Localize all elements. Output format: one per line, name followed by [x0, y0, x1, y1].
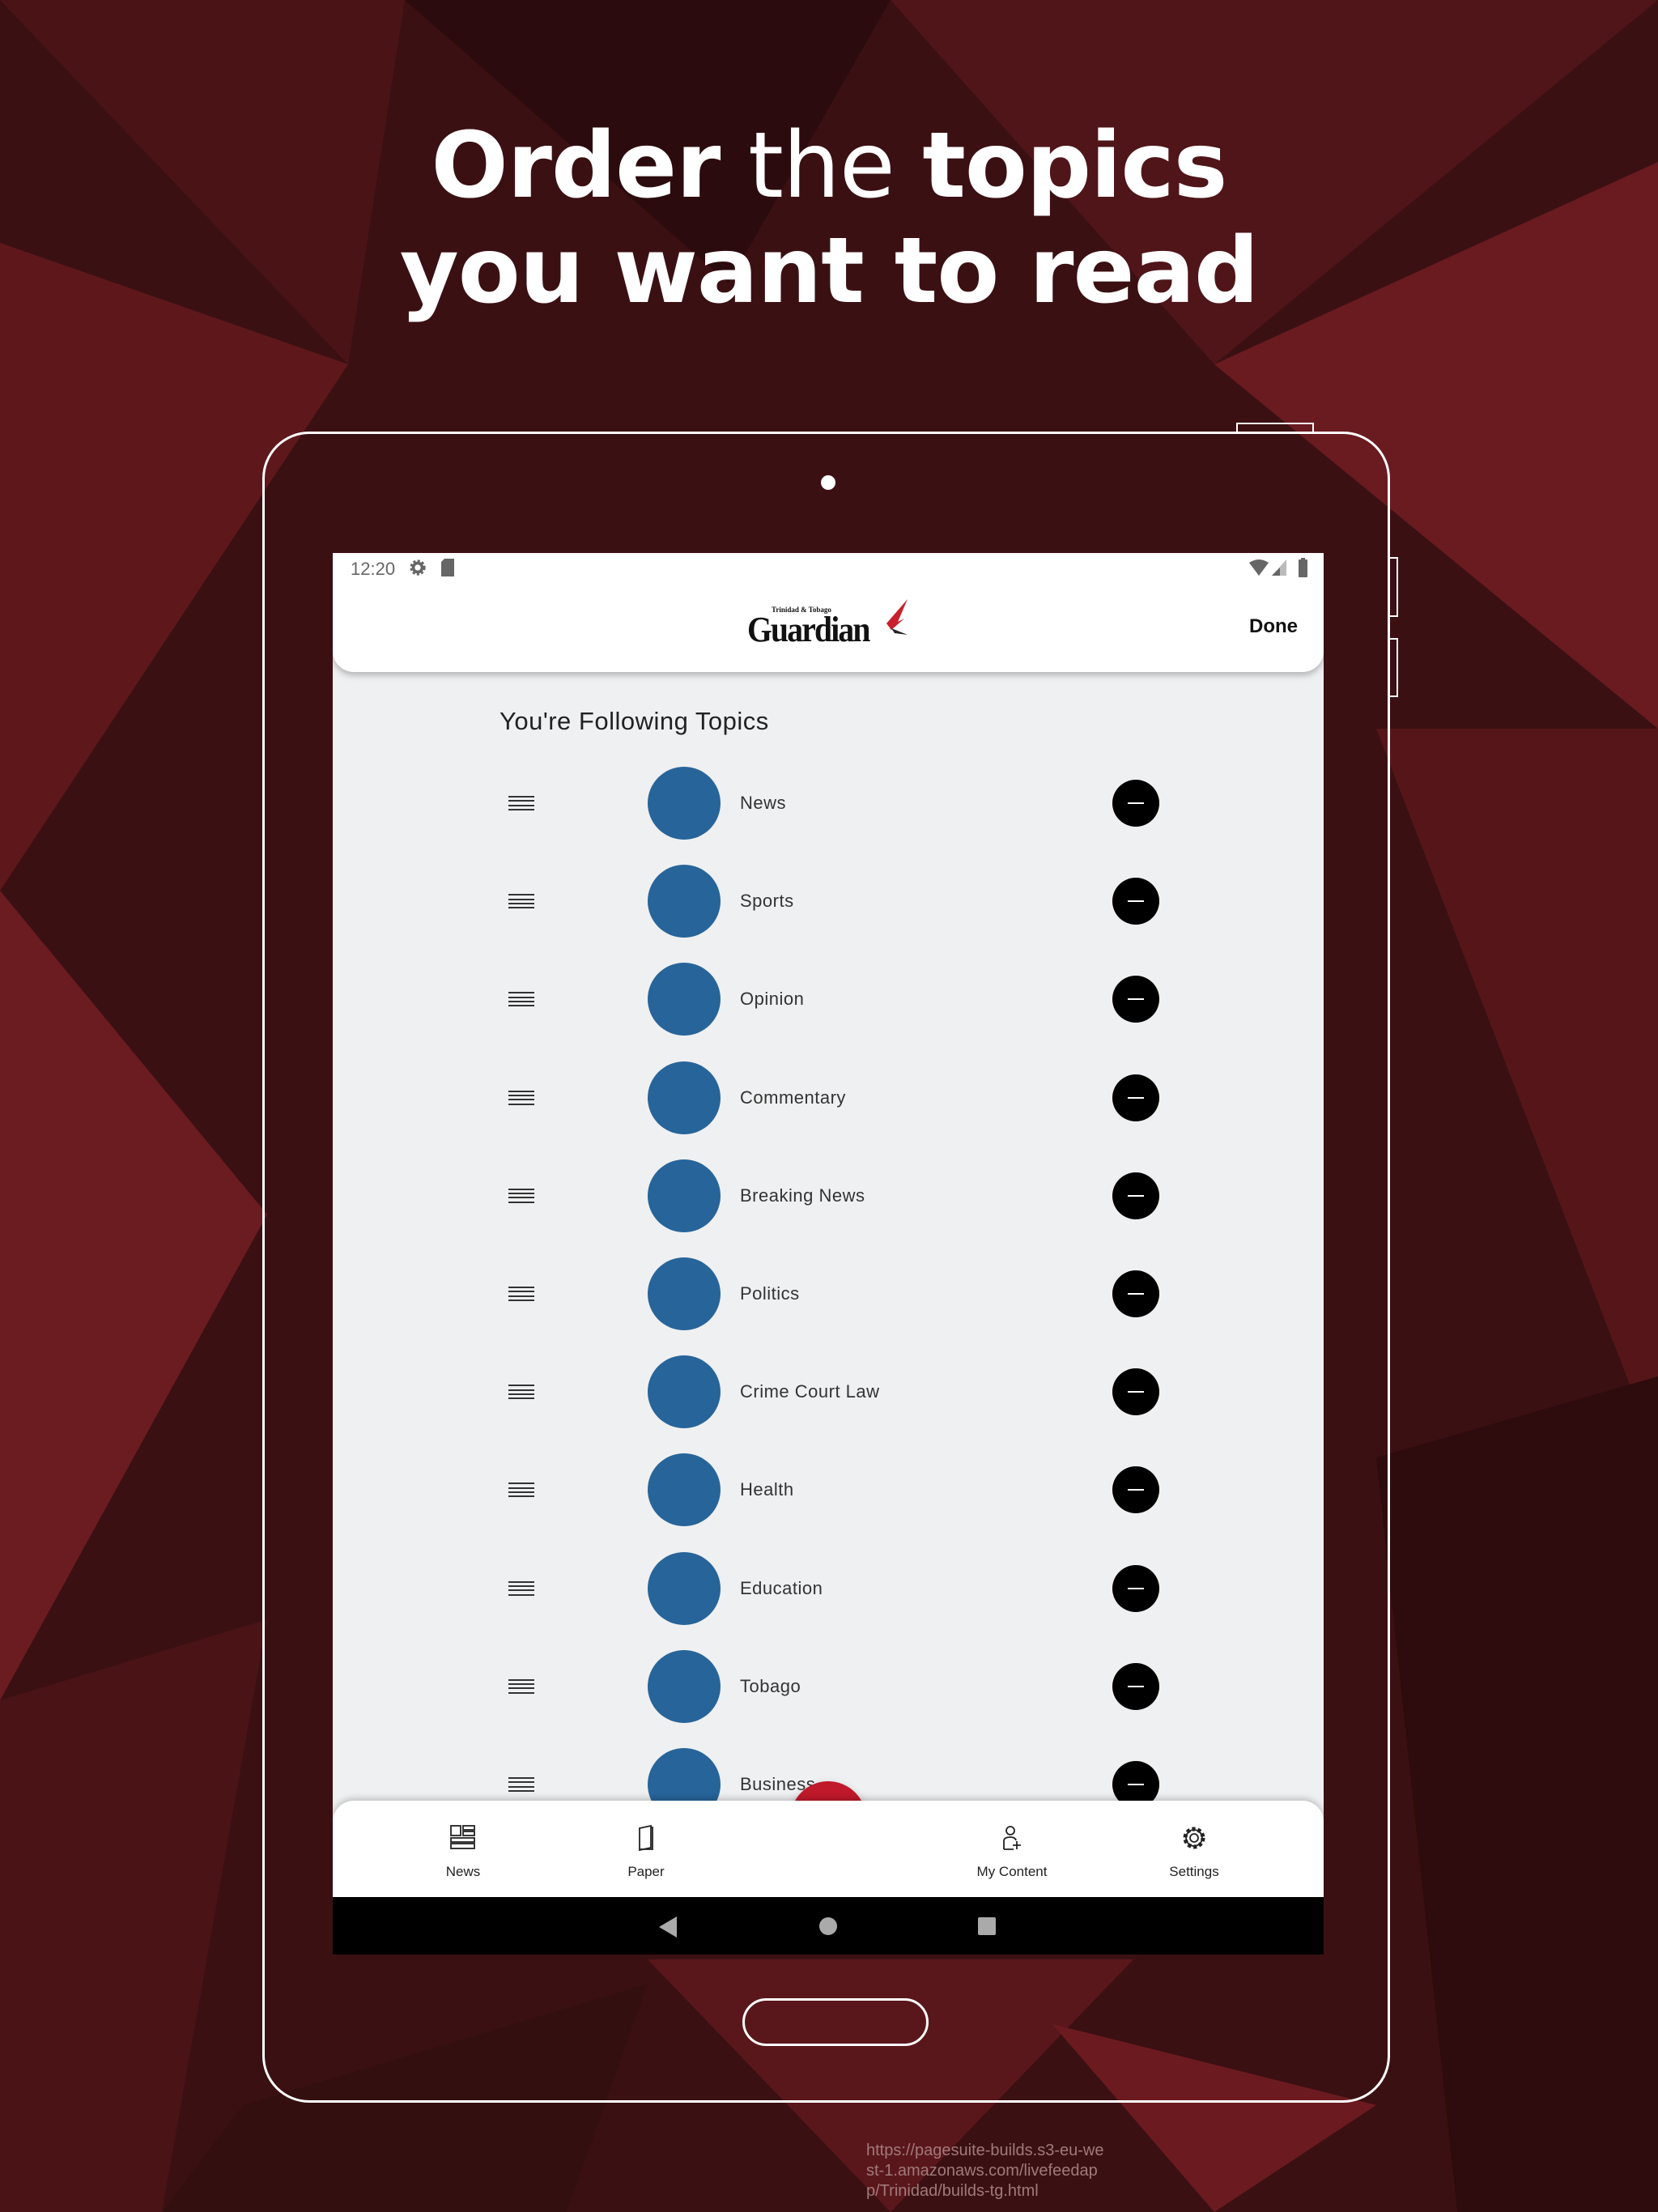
topic-label: Sports: [740, 891, 794, 912]
gear-icon: [410, 559, 426, 576]
topic-label: Tobago: [740, 1675, 801, 1696]
topic-image: [648, 767, 721, 840]
topic-row: Politics: [333, 1245, 1324, 1343]
topic-row: Commentary: [333, 1049, 1324, 1147]
topic-row: Health: [333, 1441, 1324, 1539]
paper-icon: [639, 1825, 653, 1851]
headline-word: topics: [922, 113, 1227, 219]
back-icon[interactable]: [659, 1916, 677, 1938]
status-time: 12:20: [351, 559, 396, 579]
topic-label: Commentary: [740, 1087, 846, 1108]
topic-row: News: [333, 755, 1324, 853]
drag-handle-icon[interactable]: [508, 1777, 534, 1792]
nav-paper[interactable]: Paper: [581, 1801, 711, 1898]
headline-word: the: [720, 113, 923, 219]
tablet-side-button: [1388, 638, 1398, 697]
logo-text: Guardian: [747, 610, 870, 649]
tablet-side-button: [1388, 557, 1398, 617]
drag-handle-icon[interactable]: [508, 1482, 534, 1498]
gear-icon: [1183, 1827, 1205, 1849]
topic-image: [648, 1551, 721, 1625]
topic-label: Education: [740, 1577, 823, 1598]
topic-image: [648, 1649, 721, 1723]
nav-settings[interactable]: Settings: [1129, 1801, 1259, 1898]
topic-label: Opinion: [740, 989, 805, 1010]
system-navigation-bar: [333, 1897, 1324, 1955]
nav-label: Settings: [1169, 1864, 1219, 1879]
bottom-navigation: News Paper My Content Settings: [333, 1801, 1324, 1898]
topic-row: Crime Court Law: [333, 1343, 1324, 1441]
done-button[interactable]: Done: [1249, 615, 1298, 638]
remove-topic-button[interactable]: [1112, 1270, 1159, 1317]
battery-icon: [1299, 558, 1307, 577]
headline: Order the topics you want to read: [0, 113, 1658, 324]
app-header: 12:20 Trinidad & Tobago Guardian Done: [333, 553, 1324, 672]
remove-topic-button[interactable]: [1112, 1368, 1159, 1416]
remove-topic-button[interactable]: [1112, 1564, 1159, 1612]
headline-word: Order: [431, 113, 721, 219]
topic-image: [648, 1355, 721, 1429]
tablet-home-button: [742, 1998, 929, 2046]
signal-icon: [1272, 559, 1286, 576]
topic-row: Education: [333, 1540, 1324, 1638]
bird-icon: [886, 599, 908, 635]
drag-handle-icon[interactable]: [508, 1188, 534, 1203]
remove-topic-button[interactable]: [1112, 1074, 1159, 1121]
drag-handle-icon[interactable]: [508, 1678, 534, 1694]
remove-topic-button[interactable]: [1112, 878, 1159, 925]
topic-label: Crime Court Law: [740, 1381, 880, 1402]
headline-line2: you want to read: [399, 219, 1259, 324]
app-screen: 12:20 Trinidad & Tobago Guardian Done Yo…: [333, 553, 1324, 1955]
drag-handle-icon[interactable]: [508, 992, 534, 1007]
camera-dot: [821, 475, 835, 490]
topic-image: [648, 1061, 721, 1134]
topic-label: News: [740, 793, 787, 813]
topic-image: [648, 963, 721, 1036]
remove-topic-button[interactable]: [1112, 976, 1159, 1023]
nav-news[interactable]: News: [398, 1801, 528, 1898]
nav-label: Paper: [627, 1864, 665, 1879]
url-text: https://pagesuite-builds.s3-eu-west-1.am…: [866, 2142, 1104, 2200]
drag-handle-icon[interactable]: [508, 1287, 534, 1301]
status-bar: 12:20: [333, 553, 1324, 584]
topic-row: Breaking News: [333, 1147, 1324, 1245]
drag-handle-icon[interactable]: [508, 1580, 534, 1596]
nav-label: My Content: [976, 1864, 1048, 1879]
drag-handle-icon[interactable]: [508, 1090, 534, 1105]
topic-image: [648, 1159, 721, 1232]
nav-label: News: [445, 1864, 481, 1879]
tablet-top-button: [1236, 423, 1314, 434]
add-user-icon: [1003, 1826, 1021, 1850]
sd-card-icon: [441, 559, 454, 576]
news-icon: [450, 1825, 475, 1849]
remove-topic-button[interactable]: [1112, 1466, 1159, 1514]
topic-image: [648, 1453, 721, 1527]
drag-handle-icon[interactable]: [508, 1385, 534, 1400]
topic-row: Tobago: [333, 1638, 1324, 1736]
section-title: You're Following Topics: [500, 707, 769, 735]
recents-icon[interactable]: [978, 1917, 996, 1935]
drag-handle-icon[interactable]: [508, 894, 534, 909]
remove-topic-button[interactable]: [1112, 1662, 1159, 1710]
remove-topic-button[interactable]: [1112, 780, 1159, 827]
topic-label: Breaking News: [740, 1185, 865, 1206]
topic-label: Health: [740, 1479, 794, 1500]
drag-handle-icon[interactable]: [508, 796, 534, 810]
topic-image: [648, 1257, 721, 1330]
topic-image: [648, 865, 721, 938]
topic-label: Politics: [740, 1283, 800, 1304]
guardian-logo: Trinidad & Tobago Guardian: [747, 599, 917, 649]
home-icon[interactable]: [819, 1917, 837, 1935]
nav-my-content[interactable]: My Content: [947, 1801, 1077, 1898]
topic-row: Opinion: [333, 951, 1324, 1049]
wifi-icon: [1249, 559, 1269, 576]
topic-row: Sports: [333, 853, 1324, 951]
remove-topic-button[interactable]: [1112, 1172, 1159, 1219]
